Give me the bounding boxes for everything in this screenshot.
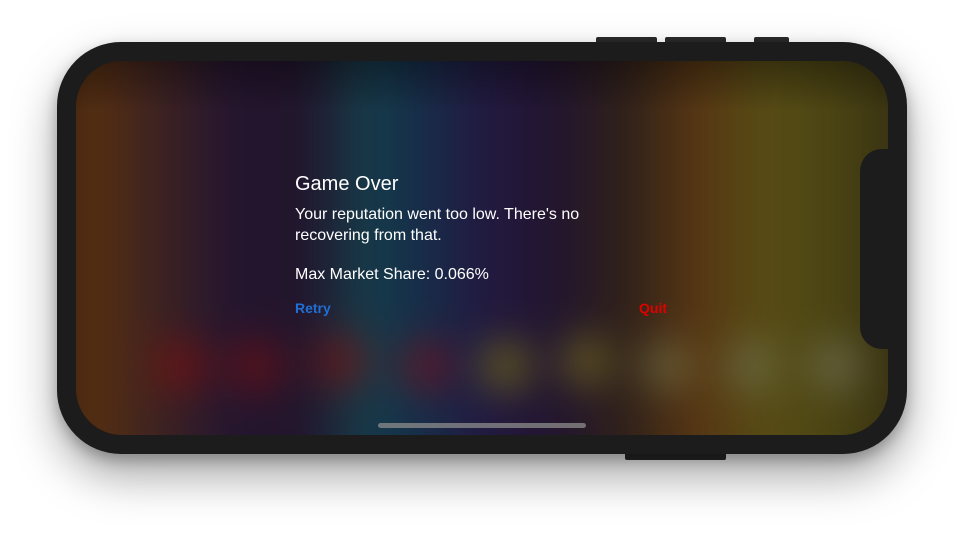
dialog-title: Game Over xyxy=(295,173,399,195)
game-screen: Game Over Your reputation went too low. … xyxy=(76,61,888,435)
retry-button[interactable]: Retry xyxy=(295,298,331,318)
screenshot-stage: Game Over Your reputation went too low. … xyxy=(0,0,964,545)
quit-button[interactable]: Quit xyxy=(639,298,667,318)
home-indicator[interactable] xyxy=(378,423,586,428)
max-market-share-stat: Max Market Share: 0.066% xyxy=(295,266,489,283)
phone-frame: Game Over Your reputation went too low. … xyxy=(57,42,907,454)
dialog-message: Your reputation went too low. There's no… xyxy=(295,206,580,244)
sensor-notch xyxy=(860,149,888,349)
dialog-actions: Retry Quit xyxy=(295,298,675,318)
top-vignette xyxy=(76,61,888,111)
game-over-dialog: Game Over Your reputation went too low. … xyxy=(295,172,675,318)
